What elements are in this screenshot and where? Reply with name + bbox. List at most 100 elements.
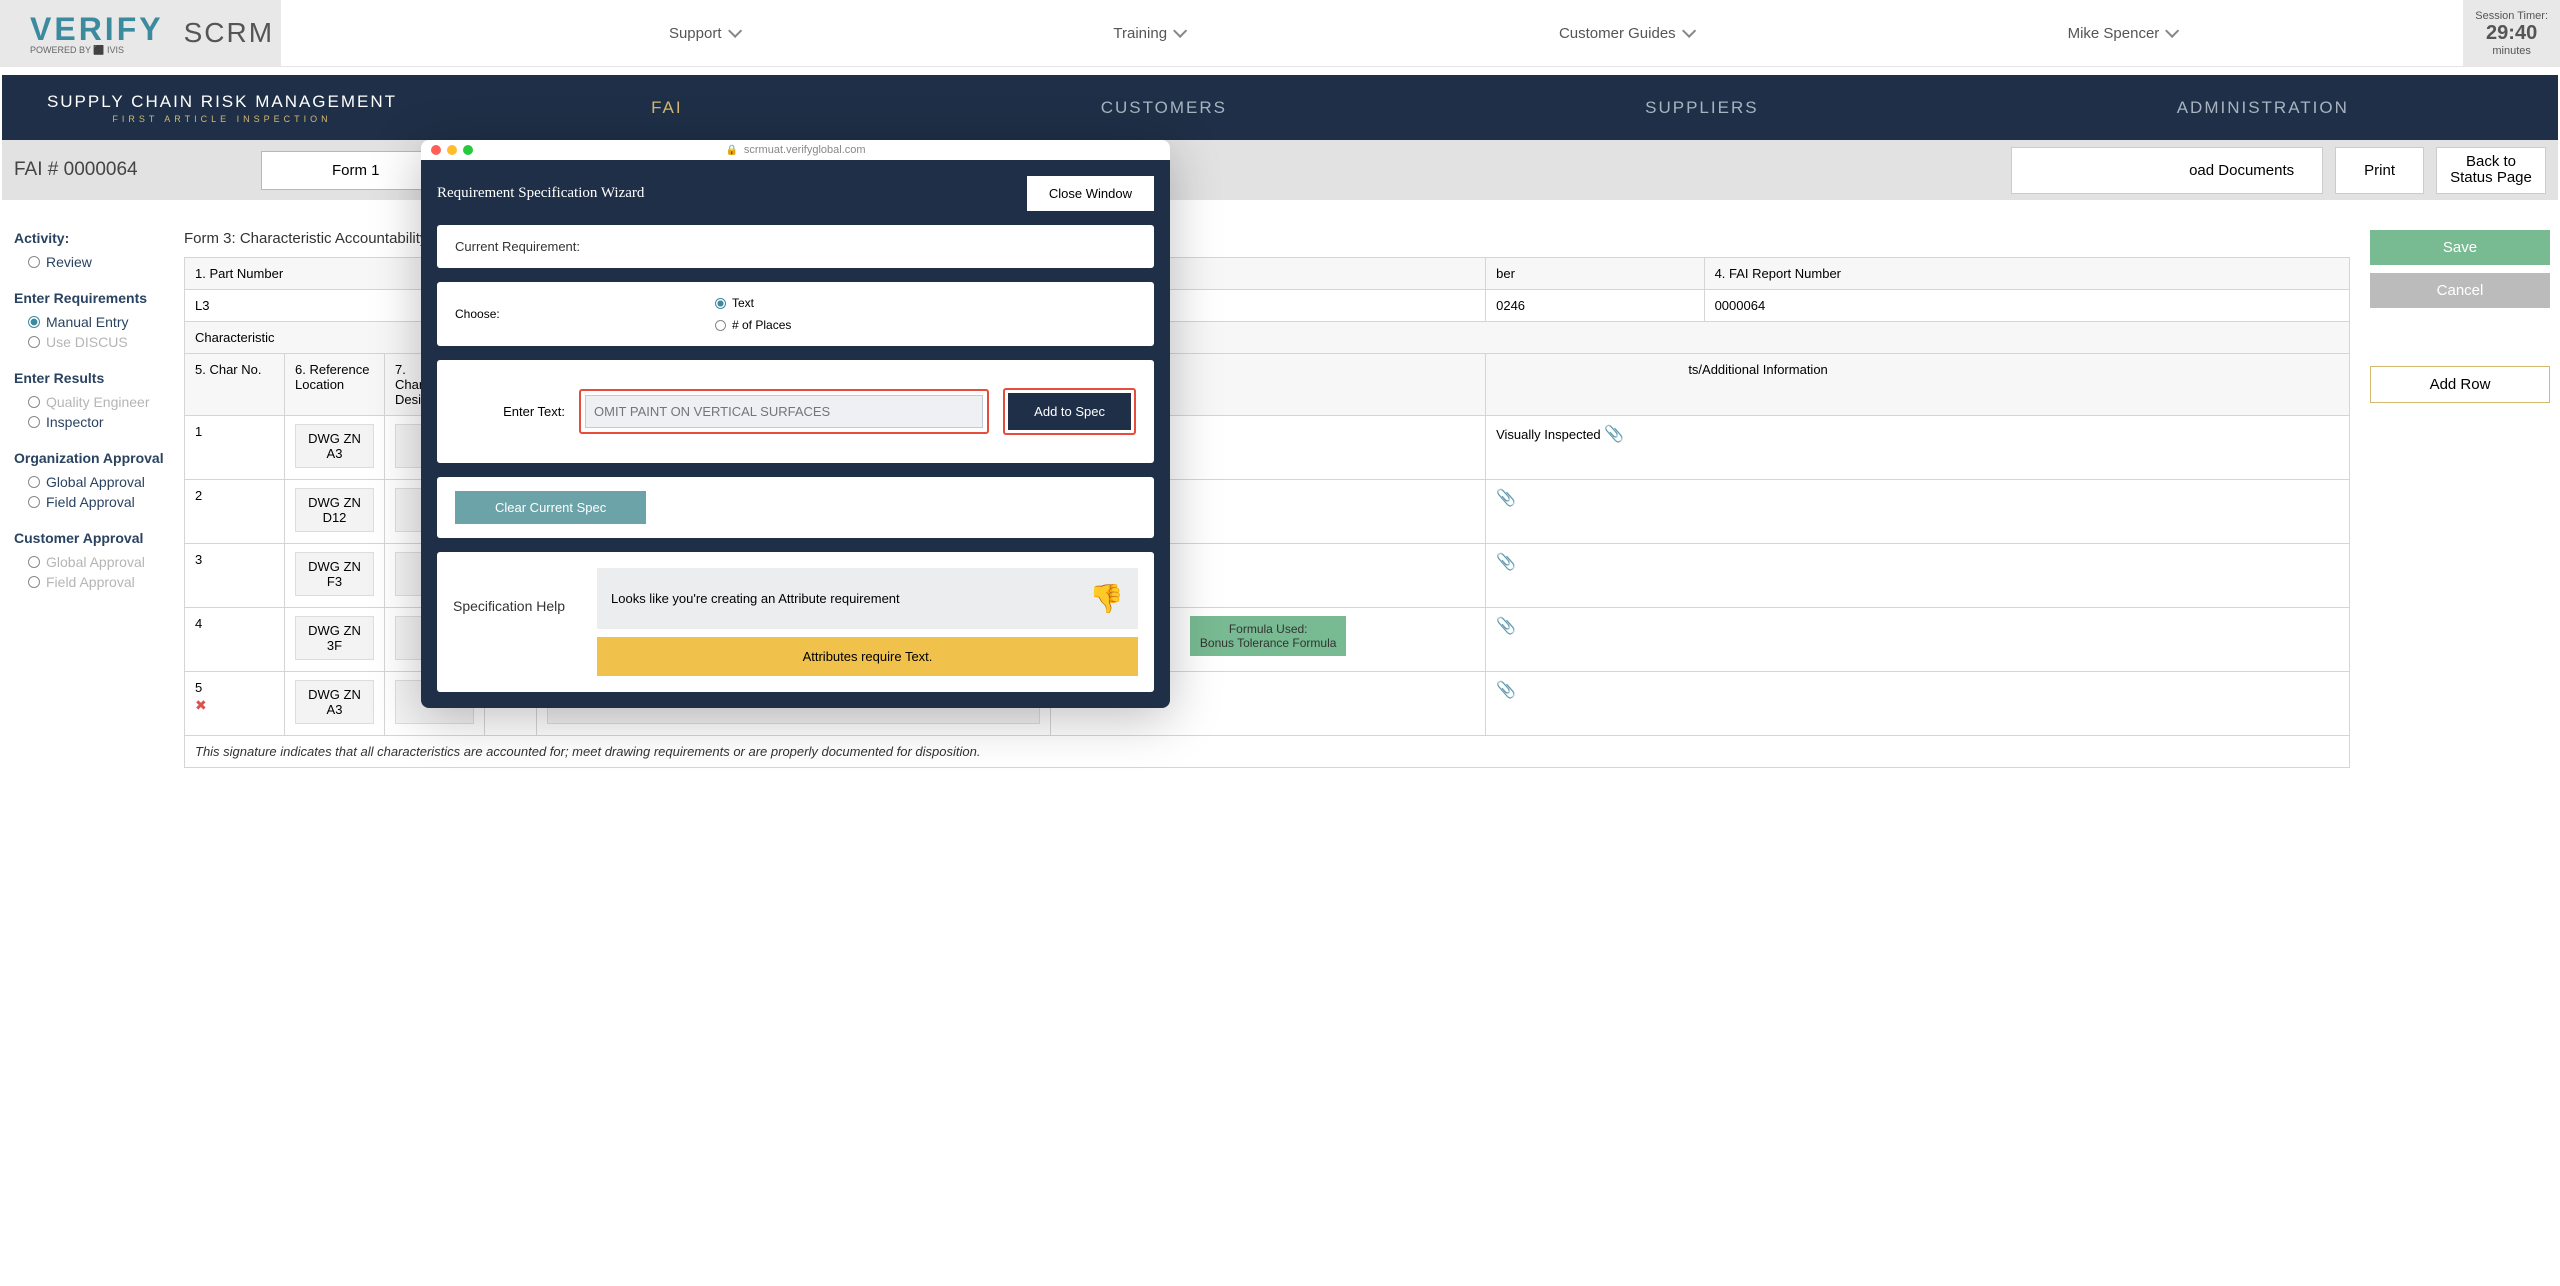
radio-icon [715,298,726,309]
attachment-icon[interactable]: 📎 [1604,426,1624,443]
logo-section: VERIFY POWERED BY ⬛ IVIS SCRM [0,0,281,66]
save-button[interactable]: Save [2370,230,2550,265]
enter-text-panel: Enter Text: Add to Spec [437,360,1154,463]
opt-field-approval[interactable]: Field Approval [14,492,164,512]
opt-places-label: # of Places [732,318,791,332]
main-content: Activity: Review Enter Requirements Manu… [0,200,2560,768]
radio-icon [28,336,40,348]
radio-icon [28,556,40,568]
add-spec-highlight: Add to Spec [1003,388,1136,435]
bonus-formula: Formula Used:Bonus Tolerance Formula [1190,616,1347,656]
comments-cell: Visually Inspected 📎 [1486,416,2350,480]
add-to-spec-button[interactable]: Add to Spec [1008,393,1131,430]
close-window-button[interactable]: Close Window [1027,176,1154,211]
opt-discus[interactable]: Use DISCUS [14,332,164,352]
radio-icon [28,496,40,508]
attach-cell: 📎 [1486,608,2350,672]
radio-icon [715,320,726,331]
row-num-text: 5 [195,680,202,695]
ref-loc-input[interactable] [295,424,374,468]
table-row: This signature indicates that all charac… [185,736,2350,768]
ref-loc-input[interactable] [295,552,374,596]
choose-panel: Choose: Text # of Places [437,282,1154,346]
opt-text[interactable]: Text [715,296,791,310]
back-button[interactable]: Back to Status Page [2436,147,2546,194]
row-num: 4 [185,608,285,672]
cancel-button[interactable]: Cancel [2370,273,2550,308]
modal-chrome: 🔒 scrmuat.verifyglobal.com [421,140,1170,160]
chevron-down-icon [2165,24,2179,38]
timer-label: Session Timer: [2475,10,2548,22]
opt-review[interactable]: Review [14,252,164,272]
timer-value: 29:40 [2475,22,2548,45]
attachment-icon[interactable]: 📎 [1496,682,1516,699]
upload-docs-button[interactable]: Upload Documentsoad Documents [2011,147,2324,194]
attach-cell: 📎 [1486,544,2350,608]
opt-manual-entry[interactable]: Manual Entry [14,312,164,332]
spec-wizard-modal: 🔒 scrmuat.verifyglobal.com Requirement S… [421,140,1170,708]
attachment-icon[interactable]: 📎 [1496,554,1516,571]
tab-customers[interactable]: CUSTOMERS [1101,98,1227,118]
opt-inspector[interactable]: Inspector [14,412,164,432]
opt-global-label: Global Approval [46,474,145,490]
delete-icon[interactable]: ✖ [195,697,274,714]
close-icon[interactable] [431,145,441,155]
cust-approval-title: Customer Approval [14,530,164,546]
org-approval-title: Organization Approval [14,450,164,466]
maximize-icon[interactable] [463,145,473,155]
col-ber: ber [1486,258,1704,290]
radio-icon [28,416,40,428]
signature-note: This signature indicates that all charac… [185,736,2350,768]
nav-user[interactable]: Mike Spencer [2068,25,2176,42]
add-row-button[interactable]: Add Row [2370,366,2550,403]
modal-body: Requirement Specification Wizard Close W… [421,160,1170,708]
ref-loc-cell [285,672,385,736]
nav-training[interactable]: Training [1113,25,1183,42]
col-charno: 5. Char No. [185,354,285,416]
tab-administration[interactable]: ADMINISTRATION [2177,98,2349,118]
clear-panel: Clear Current Spec [437,477,1154,538]
print-button[interactable]: Print [2335,147,2424,194]
enter-req-title: Enter Requirements [14,290,164,306]
current-req-input[interactable] [594,239,1136,254]
opt-cust-global[interactable]: Global Approval [14,552,164,572]
fai-num-value: 0000064 [1704,290,2349,322]
dark-nav: SUPPLY CHAIN RISK MANAGEMENT FIRST ARTIC… [2,75,2558,140]
opt-field-label: Field Approval [46,494,135,510]
nav-guides[interactable]: Customer Guides [1559,25,1692,42]
ref-loc-input[interactable] [295,680,374,724]
choose-label: Choose: [455,307,715,321]
attachment-icon[interactable]: 📎 [1496,618,1516,635]
thumbs-down-icon[interactable]: 👎 [1089,582,1124,615]
clear-spec-button[interactable]: Clear Current Spec [455,491,646,524]
help-title: Specification Help [453,568,583,614]
opt-qe-label: Quality Engineer [46,394,150,410]
ref-loc-input[interactable] [295,488,374,532]
opt-cust-field-label: Field Approval [46,574,135,590]
opt-places[interactable]: # of Places [715,318,791,332]
dark-nav-subtitle: FIRST ARTICLE INSPECTION [2,114,442,124]
minimize-icon[interactable] [447,145,457,155]
top-header: VERIFY POWERED BY ⬛ IVIS SCRM Support Tr… [0,0,2560,67]
chevron-down-icon [1173,24,1187,38]
sidebar: Activity: Review Enter Requirements Manu… [14,230,164,768]
opt-discus-label: Use DISCUS [46,334,128,350]
enter-text-input[interactable] [585,395,983,428]
visually-inspected: Visually Inspected [1496,427,1601,442]
tab-fai[interactable]: FAI [651,98,683,118]
radio-icon [28,316,40,328]
ref-loc-input[interactable] [295,616,374,660]
opt-quality-eng[interactable]: Quality Engineer [14,392,164,412]
modal-url: scrmuat.verifyglobal.com [744,144,866,156]
nav-training-label: Training [1113,25,1167,42]
current-req-label: Current Requirement: [455,239,580,254]
bonus-line2: Bonus Tolerance Formula [1200,636,1337,650]
col-comments: Comments/Additional Informationts/Additi… [1486,354,2350,416]
scrm-label: SCRM [184,17,274,49]
nav-support[interactable]: Support [669,25,738,42]
attachment-icon[interactable]: 📎 [1496,490,1516,507]
opt-cust-field[interactable]: Field Approval [14,572,164,592]
opt-global-approval[interactable]: Global Approval [14,472,164,492]
radio-icon [28,576,40,588]
tab-suppliers[interactable]: SUPPLIERS [1645,98,1758,118]
